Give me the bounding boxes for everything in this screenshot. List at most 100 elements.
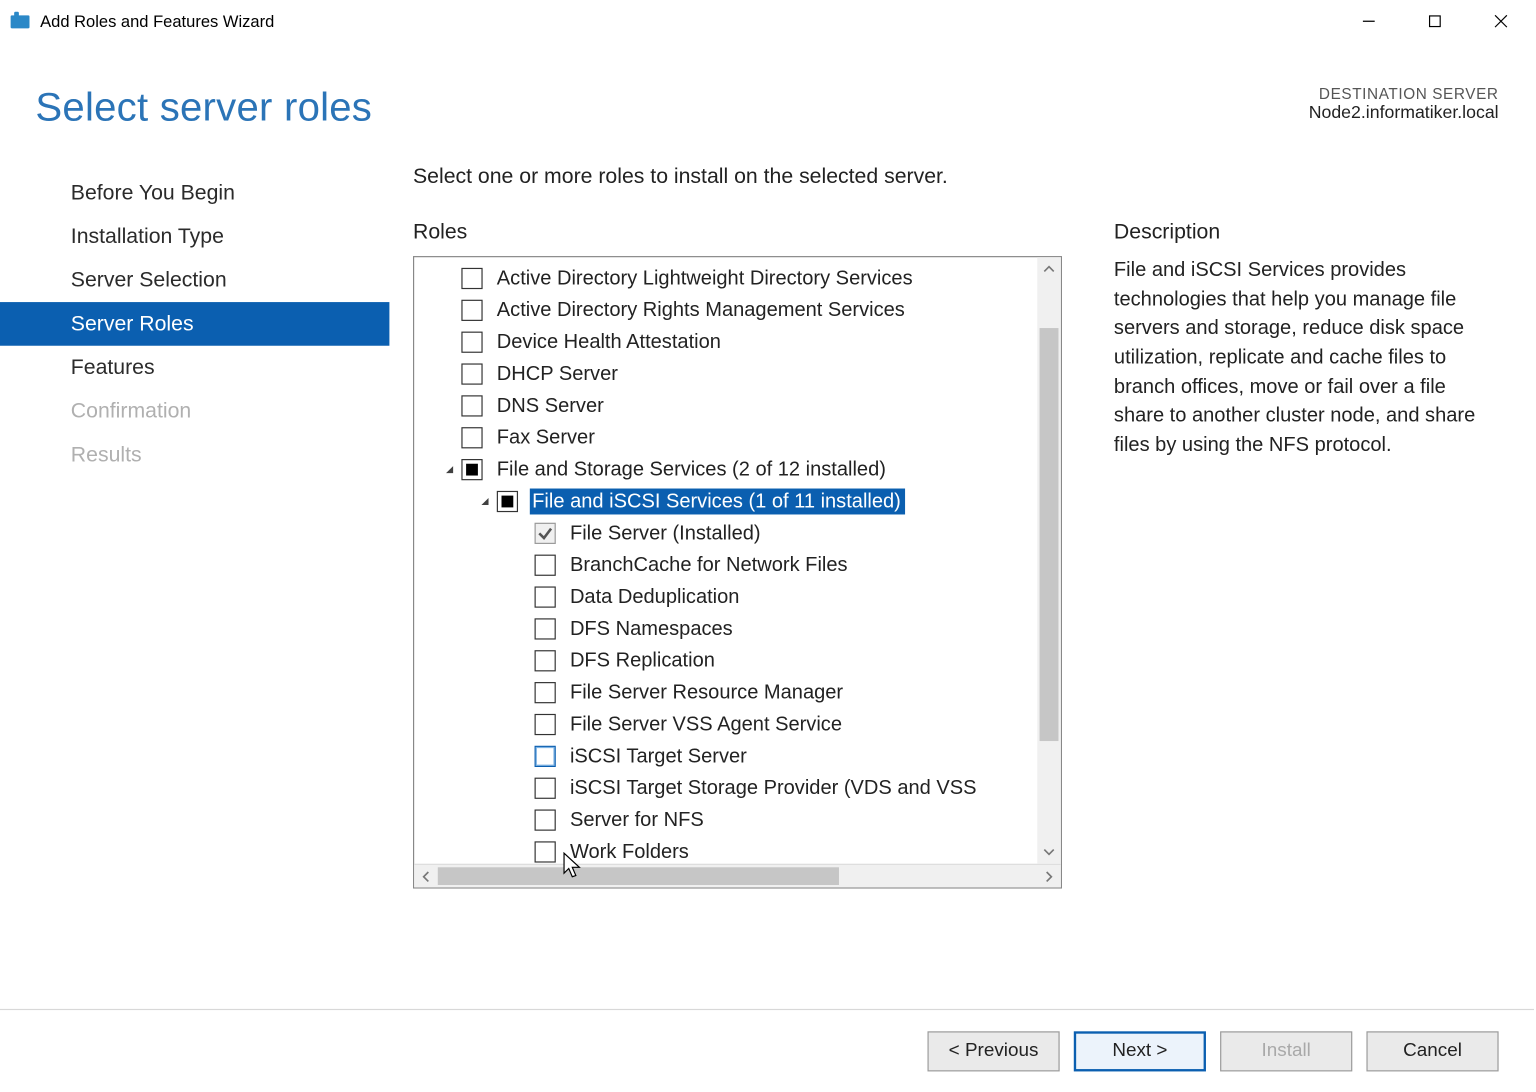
cancel-button[interactable]: Cancel [1366,1031,1498,1071]
checkbox[interactable] [535,713,556,734]
destination-server: Node2.informatiker.local [1309,103,1499,123]
minimize-button[interactable] [1336,2,1402,40]
scroll-right-icon[interactable] [1037,865,1061,887]
tree-row[interactable]: Server for NFS [424,804,1061,836]
tree-label[interactable]: File Server (Installed) [568,520,766,546]
tree-row[interactable]: DFS Namespaces [424,612,1061,644]
scrollbar-thumb[interactable] [1040,328,1059,741]
scroll-up-icon[interactable] [1037,257,1061,281]
tree-row[interactable]: File Server (Installed) [424,517,1061,549]
wizard-window: Add Roles and Features Wizard Select ser… [0,0,1534,1092]
expander-open-icon[interactable] [476,491,495,510]
checkbox[interactable] [461,427,482,448]
app-icon [9,10,30,31]
tree-label[interactable]: File Server Resource Manager [568,679,848,705]
install-button[interactable]: Install [1220,1031,1352,1071]
titlebar: Add Roles and Features Wizard [0,0,1534,42]
tree-label[interactable]: Server for NFS [568,807,709,833]
description-heading: Description [1114,219,1499,244]
checkbox[interactable] [461,458,482,479]
checkbox[interactable] [535,745,556,766]
header: Select server roles DESTINATION SERVER N… [0,42,1534,142]
tree-label[interactable]: iSCSI Target Server [568,743,752,769]
horizontal-scrollbar[interactable] [414,864,1061,888]
checkbox[interactable] [535,618,556,639]
sidebar-steps: Before You BeginInstallation TypeServer … [0,164,389,1009]
checkbox [535,522,556,543]
tree-row[interactable]: File and Storage Services (2 of 12 insta… [424,453,1061,485]
checkbox[interactable] [535,809,556,830]
sidebar-step-before-you-begin[interactable]: Before You Begin [0,171,389,215]
tree-row[interactable]: iSCSI Target Server [424,740,1061,772]
description-text: File and iSCSI Services provides technol… [1114,256,1499,460]
checkbox[interactable] [461,363,482,384]
sidebar-step-server-selection[interactable]: Server Selection [0,258,389,302]
destination-label: DESTINATION SERVER [1309,85,1499,103]
window-title: Add Roles and Features Wizard [40,11,274,30]
tree-label[interactable]: Device Health Attestation [494,329,725,355]
tree-label[interactable]: Active Directory Lightweight Directory S… [494,265,917,291]
tree-label[interactable]: DFS Namespaces [568,615,738,641]
instruction-text: Select one or more roles to install on t… [413,164,1499,189]
checkbox[interactable] [461,395,482,416]
page-title: Select server roles [35,85,372,131]
tree-row[interactable]: Active Directory Rights Management Servi… [424,294,1061,326]
tree-row[interactable]: DNS Server [424,389,1061,421]
tree-row[interactable]: iSCSI Target Storage Provider (VDS and V… [424,772,1061,804]
expander-open-icon[interactable] [440,460,459,479]
tree-row[interactable]: DFS Replication [424,644,1061,676]
tree-row[interactable]: BranchCache for Network Files [424,549,1061,581]
checkbox[interactable] [535,650,556,671]
tree-row[interactable]: File Server VSS Agent Service [424,708,1061,740]
vertical-scrollbar[interactable] [1037,257,1061,864]
tree-row[interactable]: Active Directory Lightweight Directory S… [424,262,1061,294]
maximize-button[interactable] [1402,2,1468,40]
tree-label[interactable]: BranchCache for Network Files [568,552,853,578]
tree-label[interactable]: Work Folders [568,838,694,863]
tree-label[interactable]: File and iSCSI Services (1 of 11 install… [530,488,906,514]
tree-label[interactable]: File and Storage Services (2 of 12 insta… [494,456,890,482]
tree-row[interactable]: Work Folders [424,835,1061,863]
h-scrollbar-thumb[interactable] [438,867,839,885]
tree-row[interactable]: Device Health Attestation [424,326,1061,358]
checkbox[interactable] [497,490,518,511]
sidebar-step-server-roles[interactable]: Server Roles [0,302,389,346]
tree-label[interactable]: Active Directory Rights Management Servi… [494,297,909,323]
next-button[interactable]: Next > [1074,1031,1206,1071]
tree-label[interactable]: DFS Replication [568,647,720,673]
scroll-left-icon[interactable] [414,865,438,887]
tree-row[interactable]: File Server Resource Manager [424,676,1061,708]
previous-button[interactable]: < Previous [927,1031,1059,1071]
checkbox[interactable] [461,331,482,352]
close-button[interactable] [1468,2,1534,40]
sidebar-step-confirmation: Confirmation [0,389,389,433]
checkbox[interactable] [535,554,556,575]
checkbox[interactable] [535,841,556,862]
checkbox[interactable] [461,299,482,320]
tree-row[interactable]: File and iSCSI Services (1 of 11 install… [424,485,1061,517]
tree-row[interactable]: Fax Server [424,421,1061,453]
sidebar-step-features[interactable]: Features [0,346,389,390]
scroll-down-icon[interactable] [1037,840,1061,864]
main-area: Before You BeginInstallation TypeServer … [0,143,1534,1009]
roles-heading: Roles [413,219,1062,244]
checkbox[interactable] [535,777,556,798]
tree-label[interactable]: DNS Server [494,392,608,418]
checkbox[interactable] [535,586,556,607]
content-area: Select one or more roles to install on t… [389,164,1534,1009]
tree-row[interactable]: Data Deduplication [424,581,1061,613]
destination-block: DESTINATION SERVER Node2.informatiker.lo… [1309,85,1499,123]
roles-tree-box: Active Directory Lightweight Directory S… [413,256,1062,888]
tree-label[interactable]: Data Deduplication [568,584,745,610]
roles-tree[interactable]: Active Directory Lightweight Directory S… [414,257,1061,864]
tree-label[interactable]: Fax Server [494,424,599,450]
tree-label[interactable]: iSCSI Target Storage Provider (VDS and V… [568,775,982,801]
tree-row[interactable]: DHCP Server [424,358,1061,390]
tree-label[interactable]: DHCP Server [494,360,622,386]
footer-buttons: < Previous Next > Install Cancel [0,1009,1534,1092]
checkbox[interactable] [461,267,482,288]
tree-label[interactable]: File Server VSS Agent Service [568,711,847,737]
sidebar-step-results: Results [0,433,389,477]
checkbox[interactable] [535,681,556,702]
sidebar-step-installation-type[interactable]: Installation Type [0,215,389,259]
